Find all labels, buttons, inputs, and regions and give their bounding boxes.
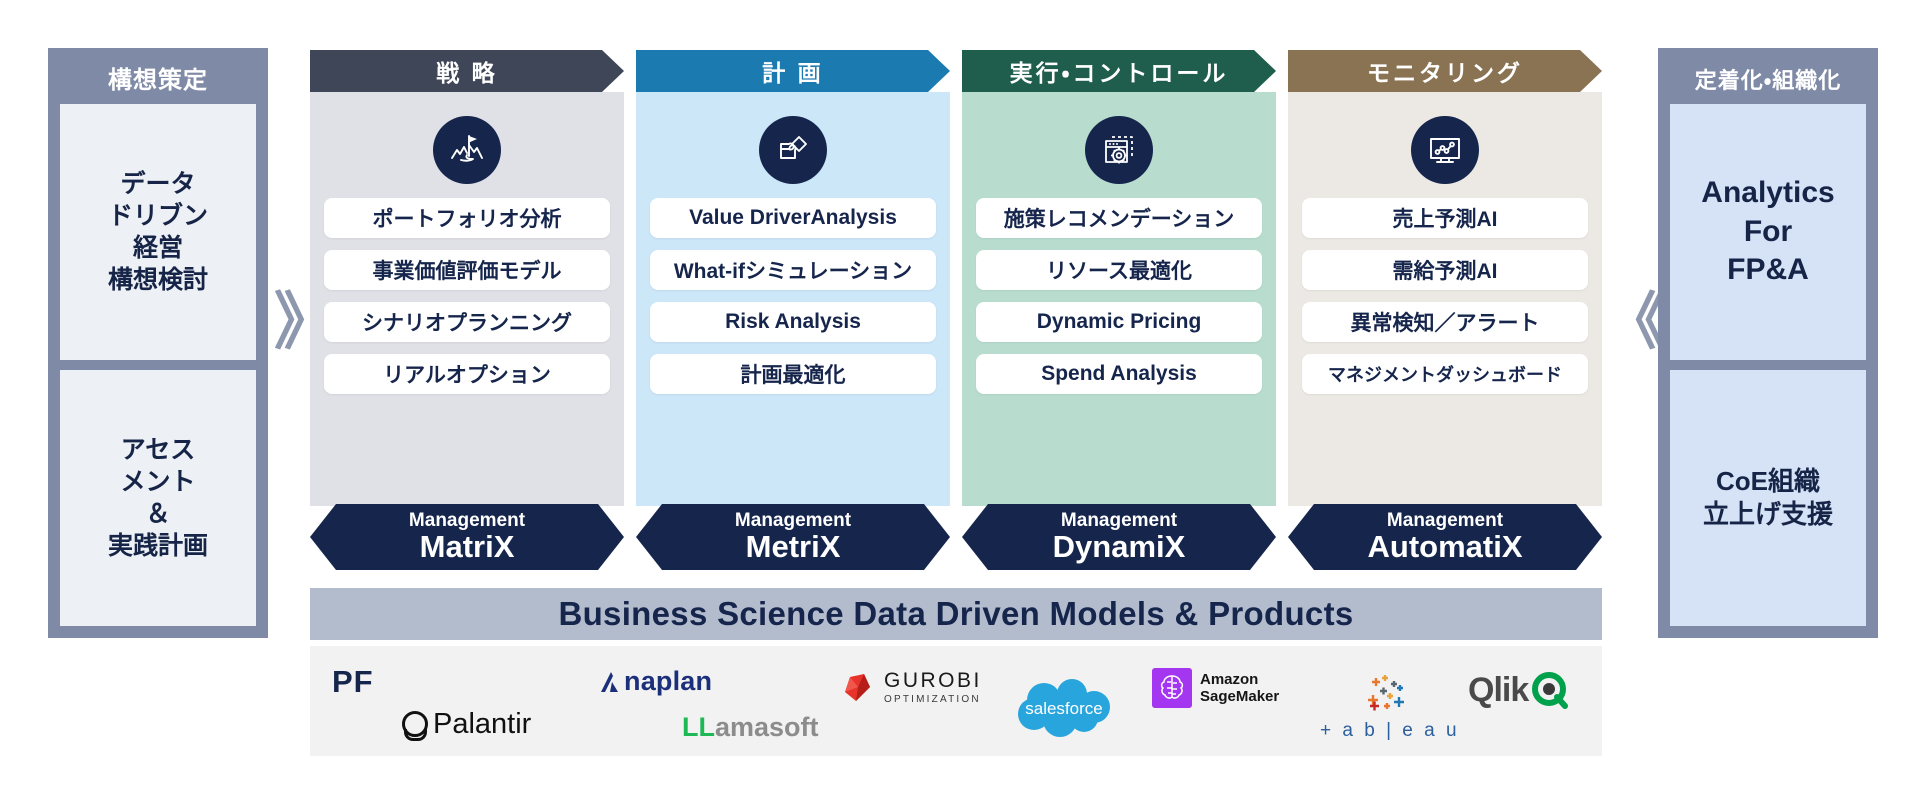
item-pill-measure-recommendation[interactable]: 施策レコメンデーション [976,198,1262,238]
product-banner-matrix[interactable]: Management MatriX [310,504,624,570]
item-pill-dynamic-pricing[interactable]: Dynamic Pricing [976,302,1262,342]
item-pill-real-option[interactable]: リアルオプション [324,354,610,394]
gurobi-logo-text: GUROBI [884,669,982,692]
phase-body-planning: Value DriverAnalysis What-ifシミュレーション Ris… [636,92,950,506]
anaplan-mark-icon [601,671,618,692]
item-pill-portfolio-analysis[interactable]: ポートフォリオ分析 [324,198,610,238]
phase-column-execution-control: 実行・コントロール 施策レコメンデーション リソース最適化 Dynamic Pr… [962,50,1276,570]
qlik-logo-text: Qlik [1468,670,1529,709]
product-banner-dynamix[interactable]: Management DynamiX [962,504,1276,570]
phase-column-planning: 計 画 Value DriverAnalysis What-ifシミュレーション… [636,50,950,570]
product-prefix-matrix: Management [408,509,526,531]
rail-cell-data-driven-management-concept: データ ドリブン 経営 構想検討 [60,104,256,360]
phase-header-planning: 計 画 [636,50,950,92]
palantir-logo: Palantir [400,708,531,741]
phase-header-execution-control: 実行・コントロール [962,50,1276,92]
item-pill-spend-analysis[interactable]: Spend Analysis [976,354,1262,394]
salesforce-cloud-icon: salesforce [1018,679,1110,737]
llamasoft-logo: LL amasoft [682,712,819,743]
product-name-dynamix: DynamiX [1052,528,1186,564]
phase-column-strategy: 戦 略 ポートフォリオ分析 事業価値評価モデル シナリオプランニング リアルオプ… [310,50,624,570]
item-pill-management-dashboard[interactable]: マネジメントダッシュボード [1302,354,1588,394]
sagemaker-logo-text: Amazon SageMaker [1200,671,1279,706]
palantir-logo-text: Palantir [433,708,532,740]
salesforce-logo: salesforce [1010,676,1118,738]
tableau-logo-text: + a b | e a u [1320,720,1460,741]
item-pill-scenario-planning[interactable]: シナリオプランニング [324,302,610,342]
right-rail-institutionalization: 定着化・組織化 Analytics For FP&A CoE組織 立上げ支援 [1658,48,1878,638]
product-name-matrix: MatriX [419,528,515,564]
llamasoft-logo-suffix: amasoft [715,712,819,742]
phase-body-monitoring: 売上予測AI 需給予測AI 異常検知／アラート マネジメントダッシュボード [1288,92,1602,506]
product-prefix-metrix: Management [734,509,852,531]
monitor-chart-icon [1411,116,1479,184]
llamasoft-logo-prefix: LL [682,712,715,742]
phase-columns: 戦 略 ポートフォリオ分析 事業価値評価モデル シナリオプランニング リアルオプ… [310,50,1602,570]
product-prefix-automatix: Management [1386,509,1504,531]
phase-body-strategy: ポートフォリオ分析 事業価値評価モデル シナリオプランニング リアルオプション [310,92,624,506]
item-pill-what-if-simulation[interactable]: What-ifシミュレーション [650,250,936,290]
product-banner-metrix[interactable]: Management MetriX [636,504,950,570]
sagemaker-logo-line1: Amazon [1200,670,1259,688]
tableau-logo: + a b | e a u [1320,674,1460,742]
left-rail-concept-formulation: 構想策定 データ ドリブン 経営 構想検討 アセス メント ＆ 実践計画 [48,48,268,638]
item-pill-sales-forecast-ai[interactable]: 売上予測AI [1302,198,1588,238]
window-gear-icon [1085,116,1153,184]
right-rail-title: 定着化・組織化 [1694,68,1842,93]
qlik-q-mark-icon [1532,672,1569,709]
svg-text:salesforce: salesforce [1025,699,1102,718]
mountain-flag-icon [433,116,501,184]
gurobi-logo-subtext: OPTIMIZATION [884,694,981,705]
sagemaker-brain-icon [1152,668,1192,708]
anaplan-logo: naplan [598,666,712,697]
platform-band: Business Science Data Driven Models & Pr… [310,588,1602,640]
item-pill-value-driver-analysis[interactable]: Value DriverAnalysis [650,198,936,238]
partner-logo-band: PF Palantir naplan LL amasoft GUROBI OPT… [310,646,1602,756]
gurobi-mark-icon [845,673,870,701]
diagram-canvas: 構想策定 データ ドリブン 経営 構想検討 アセス メント ＆ 実践計画 》 戦… [0,0,1920,802]
anaplan-logo-text: naplan [624,666,713,696]
item-pill-risk-analysis[interactable]: Risk Analysis [650,302,936,342]
product-banner-automatix[interactable]: Management AutomatiX [1288,504,1602,570]
phase-column-monitoring: モニタリング 売上予測AI 需給予測AI 異常検知／アラート マネジメントダッシ… [1288,50,1602,570]
left-rail-title: 構想策定 [108,67,208,94]
qlik-logo: Qlik [1468,670,1570,710]
rail-cell-assessment-and-practice-plan: アセス メント ＆ 実践計画 [60,370,256,626]
phase-header-monitoring: モニタリング [1288,50,1602,92]
product-name-automatix: AutomatiX [1367,528,1523,564]
item-pill-resource-optimization[interactable]: リソース最適化 [976,250,1262,290]
platform-band-title: Business Science Data Driven Models & Pr… [558,595,1354,632]
palantir-mark-icon [400,710,428,741]
item-pill-demand-supply-forecast-ai[interactable]: 需給予測AI [1302,250,1588,290]
item-pill-anomaly-detection-alert[interactable]: 異常検知／アラート [1302,302,1588,342]
rail-cell-analytics-for-fpa: Analytics For FP&A [1670,104,1866,360]
item-pill-plan-optimization[interactable]: 計画最適化 [650,354,936,394]
phase-header-strategy: 戦 略 [310,50,624,92]
item-pill-business-value-model[interactable]: 事業価値評価モデル [324,250,610,290]
phase-body-execution-control: 施策レコメンデーション リソース最適化 Dynamic Pricing Spen… [962,92,1276,506]
gurobi-logo: GUROBI OPTIMIZATION [840,670,982,705]
pf-logo: PF [332,664,374,700]
product-prefix-dynamix: Management [1060,509,1178,531]
right-chevron-icon: 《 [1604,288,1667,357]
tableau-plus-mark-icon [1367,675,1404,711]
pf-logo-text: PF [332,664,374,699]
amazon-sagemaker-logo: Amazon SageMaker [1152,668,1279,708]
product-name-metrix: MetriX [745,528,841,564]
puzzle-piece-icon [759,116,827,184]
rail-cell-coe-org-launch-support: CoE組織 立上げ支援 [1670,370,1866,626]
sagemaker-logo-line2: SageMaker [1200,688,1280,705]
